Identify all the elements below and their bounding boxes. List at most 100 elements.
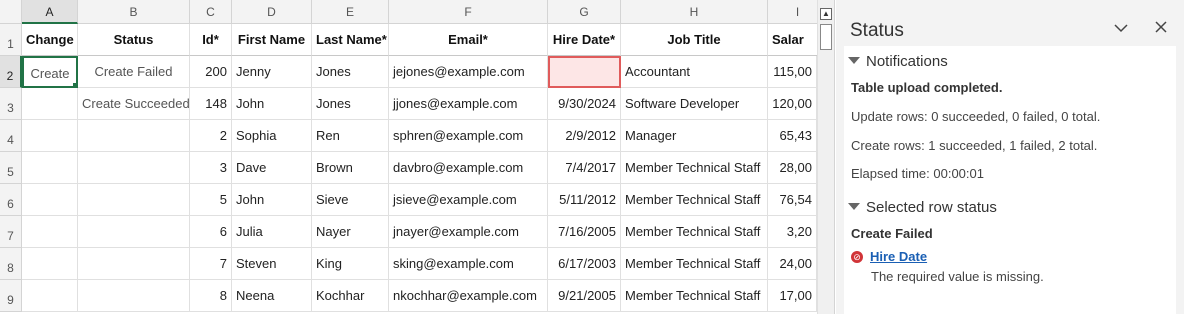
cell-status[interactable]	[78, 152, 190, 184]
column-header-a[interactable]: A	[22, 0, 78, 24]
hire-date-error-link[interactable]: Hire Date	[870, 249, 927, 264]
cell-email[interactable]: jjones@example.com	[389, 88, 548, 120]
column-header-c[interactable]: C	[190, 0, 232, 24]
cell-salary[interactable]: 17,00	[768, 280, 817, 312]
cell-salary[interactable]: 28,00	[768, 152, 817, 184]
cell-hire-date[interactable]: 7/16/2005	[548, 216, 621, 248]
cell-status[interactable]	[78, 184, 190, 216]
cell-salary[interactable]: 65,43	[768, 120, 817, 152]
cell-email[interactable]: davbro@example.com	[389, 152, 548, 184]
header-status[interactable]: Status	[78, 24, 190, 56]
cell-first-name[interactable]: Neena	[232, 280, 312, 312]
cell-id[interactable]: 3	[190, 152, 232, 184]
cell-status[interactable]	[78, 280, 190, 312]
cell-first-name[interactable]: Dave	[232, 152, 312, 184]
cell-job-title[interactable]: Member Technical Staff	[621, 216, 768, 248]
cell-email[interactable]: jsieve@example.com	[389, 184, 548, 216]
column-header-b[interactable]: B	[78, 0, 190, 24]
cell-first-name[interactable]: Julia	[232, 216, 312, 248]
cell-change[interactable]	[22, 88, 78, 120]
header-email[interactable]: Email*	[389, 24, 548, 56]
cell-first-name[interactable]: Steven	[232, 248, 312, 280]
cell-salary[interactable]: 24,00	[768, 248, 817, 280]
cell-change[interactable]	[22, 120, 78, 152]
cell-salary[interactable]: 76,54	[768, 184, 817, 216]
scroll-up-arrow-icon[interactable]: ▲	[820, 8, 832, 20]
cell-id[interactable]: 148	[190, 88, 232, 120]
vertical-scrollbar[interactable]: ▲	[817, 0, 835, 314]
cell-last-name[interactable]: Nayer	[312, 216, 389, 248]
cell-first-name[interactable]: Jenny	[232, 56, 312, 88]
scrollbar-thumb[interactable]	[820, 24, 832, 50]
cell-change[interactable]	[22, 248, 78, 280]
select-all-corner[interactable]	[0, 0, 22, 24]
row-header-6[interactable]: 6	[0, 184, 22, 216]
cell-status[interactable]: Create Succeeded	[78, 88, 190, 120]
cell-email[interactable]: jejones@example.com	[389, 56, 548, 88]
column-header-i[interactable]: I	[768, 0, 817, 24]
header-id[interactable]: Id*	[190, 24, 232, 56]
cell-status[interactable]	[78, 248, 190, 280]
cell-last-name[interactable]: Kochhar	[312, 280, 389, 312]
header-first-name[interactable]: First Name	[232, 24, 312, 56]
cell-job-title[interactable]: Manager	[621, 120, 768, 152]
cell-status[interactable]	[78, 120, 190, 152]
row-header-2[interactable]: 2	[0, 56, 22, 88]
cell-id[interactable]: 6	[190, 216, 232, 248]
cell-hire-date-error[interactable]	[548, 56, 621, 88]
column-header-e[interactable]: E	[312, 0, 389, 24]
cell-change[interactable]: Create	[22, 56, 78, 88]
cell-change[interactable]	[22, 152, 78, 184]
column-header-h[interactable]: H	[621, 0, 768, 24]
selected-row-section-header[interactable]: Selected row status	[848, 199, 997, 216]
cell-hire-date[interactable]: 9/30/2024	[548, 88, 621, 120]
row-header-4[interactable]: 4	[0, 120, 22, 152]
row-header-1[interactable]: 1	[0, 24, 22, 56]
cell-id[interactable]: 8	[190, 280, 232, 312]
header-last-name[interactable]: Last Name*	[312, 24, 389, 56]
cell-email[interactable]: jnayer@example.com	[389, 216, 548, 248]
cell-job-title[interactable]: Member Technical Staff	[621, 152, 768, 184]
cell-salary[interactable]: 120,00	[768, 88, 817, 120]
close-icon[interactable]	[1150, 18, 1172, 40]
column-header-g[interactable]: G	[548, 0, 621, 24]
cell-email[interactable]: sking@example.com	[389, 248, 548, 280]
cell-hire-date[interactable]: 5/11/2012	[548, 184, 621, 216]
cell-last-name[interactable]: Brown	[312, 152, 389, 184]
row-header-7[interactable]: 7	[0, 216, 22, 248]
header-change[interactable]: Change	[22, 24, 78, 56]
cell-hire-date[interactable]: 2/9/2012	[548, 120, 621, 152]
header-salary[interactable]: Salar	[768, 24, 817, 56]
row-header-9[interactable]: 9	[0, 280, 22, 312]
cell-id[interactable]: 5	[190, 184, 232, 216]
cell-email[interactable]: nkochhar@example.com	[389, 280, 548, 312]
cell-first-name[interactable]: John	[232, 88, 312, 120]
collapse-triangle-icon[interactable]	[848, 56, 860, 64]
cell-last-name[interactable]: Jones	[312, 88, 389, 120]
cell-job-title[interactable]: Software Developer	[621, 88, 768, 120]
cell-change[interactable]	[22, 184, 78, 216]
cell-status[interactable]: Create Failed	[78, 56, 190, 88]
cell-salary[interactable]: 115,00	[768, 56, 817, 88]
cell-email[interactable]: sphren@example.com	[389, 120, 548, 152]
column-header-f[interactable]: F	[389, 0, 548, 24]
row-header-5[interactable]: 5	[0, 152, 22, 184]
cell-hire-date[interactable]: 9/21/2005	[548, 280, 621, 312]
cell-job-title[interactable]: Member Technical Staff	[621, 248, 768, 280]
cell-first-name[interactable]: John	[232, 184, 312, 216]
cell-last-name[interactable]: Ren	[312, 120, 389, 152]
header-hire-date[interactable]: Hire Date*	[548, 24, 621, 56]
cell-job-title[interactable]: Accountant	[621, 56, 768, 88]
cell-first-name[interactable]: Sophia	[232, 120, 312, 152]
header-job-title[interactable]: Job Title	[621, 24, 768, 56]
cell-last-name[interactable]: King	[312, 248, 389, 280]
cell-id[interactable]: 7	[190, 248, 232, 280]
cell-change[interactable]	[22, 280, 78, 312]
chevron-down-icon[interactable]	[1110, 18, 1132, 40]
row-header-3[interactable]: 3	[0, 88, 22, 120]
cell-last-name[interactable]: Sieve	[312, 184, 389, 216]
cell-id[interactable]: 200	[190, 56, 232, 88]
cell-hire-date[interactable]: 6/17/2003	[548, 248, 621, 280]
notifications-section-header[interactable]: Notifications	[848, 53, 948, 70]
row-header-8[interactable]: 8	[0, 248, 22, 280]
